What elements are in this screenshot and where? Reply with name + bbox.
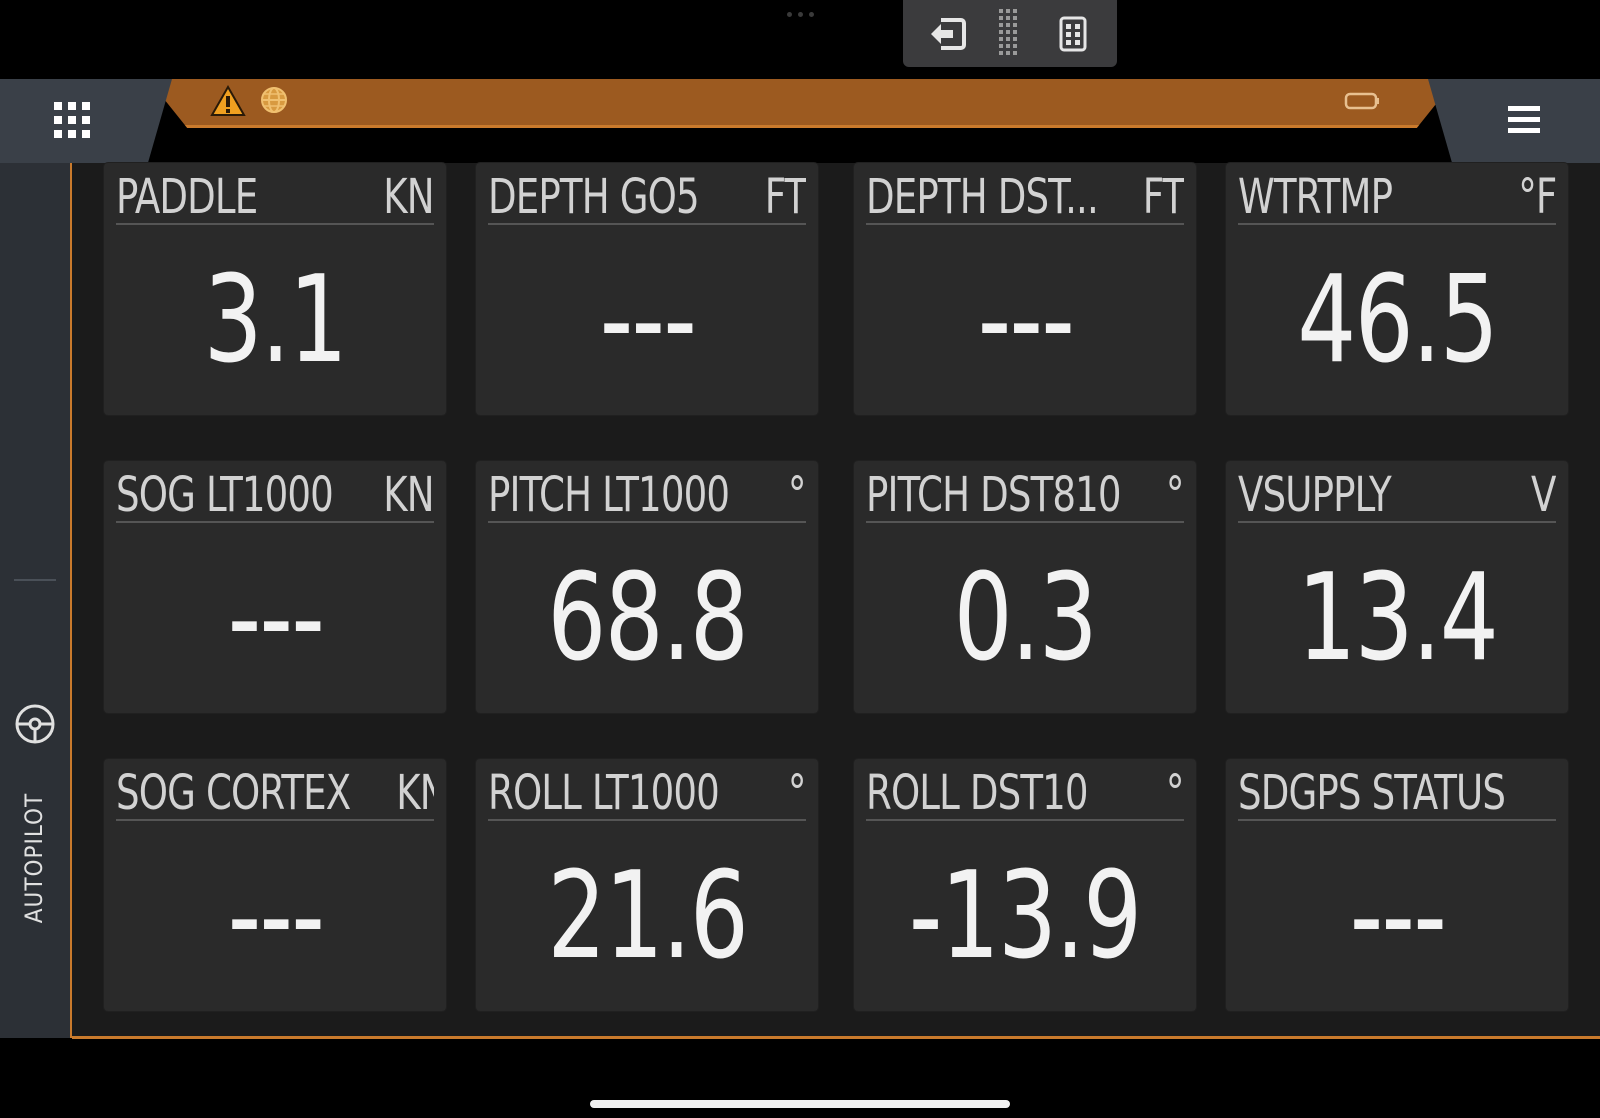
side-divider xyxy=(14,579,56,581)
tile-unit: FT xyxy=(764,171,806,225)
tile-header: ROLL DST10 ° xyxy=(866,767,1184,821)
tile-unit: ° xyxy=(1166,469,1184,523)
tile-title: PITCH LT1000 xyxy=(488,469,730,523)
tile-header: DEPTH DST... FT xyxy=(866,171,1184,225)
tile-water-temp[interactable]: WTRTMP °F 46.5 xyxy=(1226,163,1568,415)
side-panel: AUTOPILOT xyxy=(0,163,73,1038)
tile-value: 3.1 xyxy=(203,250,348,390)
globe-icon[interactable] xyxy=(258,84,290,116)
tile-title: ROLL LT1000 xyxy=(488,767,720,821)
data-page: PADDLE KN 3.1 DEPTH GO5 FT --- DEPTH DST… xyxy=(72,163,1600,1039)
tile-unit: V xyxy=(1531,469,1556,523)
floating-toolbar xyxy=(903,0,1117,67)
tile-title: VSUPPLY xyxy=(1238,469,1392,523)
home-indicator[interactable] xyxy=(590,1100,1010,1108)
tile-header: PITCH DST810 ° xyxy=(866,469,1184,523)
tile-roll-lt1000[interactable]: ROLL LT1000 ° 21.6 xyxy=(476,759,818,1011)
battery-icon[interactable] xyxy=(1344,91,1380,111)
tile-value: --- xyxy=(977,250,1074,390)
tile-header: SOG CORTEX KN xyxy=(116,767,434,821)
tile-depth-dst[interactable]: DEPTH DST... FT --- xyxy=(854,163,1196,415)
tile-value: 0.3 xyxy=(953,548,1098,688)
tile-value: --- xyxy=(227,846,324,986)
warning-icon[interactable] xyxy=(210,83,246,119)
tile-title: SOG LT1000 xyxy=(116,469,334,523)
tile-title: DEPTH DST... xyxy=(866,171,1099,225)
tile-depth-go5[interactable]: DEPTH GO5 FT --- xyxy=(476,163,818,415)
autopilot-label: AUTOPILOT xyxy=(20,792,48,924)
tile-header: PITCH LT1000 ° xyxy=(488,469,806,523)
calculator-icon[interactable] xyxy=(1050,11,1096,57)
autopilot-tab[interactable]: AUTOPILOT xyxy=(10,703,60,973)
tile-header: SDGPS STATUS xyxy=(1238,767,1556,821)
tile-title: PITCH DST810 xyxy=(866,469,1122,523)
apps-grid-icon[interactable] xyxy=(52,100,92,140)
tile-header: ROLL LT1000 ° xyxy=(488,767,806,821)
tile-sog-lt1000[interactable]: SOG LT1000 KN --- xyxy=(104,461,446,713)
tile-unit: KN xyxy=(383,469,434,523)
tile-unit: °F xyxy=(1517,171,1556,225)
tile-title: WTRTMP xyxy=(1238,171,1393,225)
tile-pitch-lt1000[interactable]: PITCH LT1000 ° 68.8 xyxy=(476,461,818,713)
tile-sog-cortex[interactable]: SOG CORTEX KN --- xyxy=(104,759,446,1011)
tile-paddle[interactable]: PADDLE KN 3.1 xyxy=(104,163,446,415)
tile-header: DEPTH GO5 FT xyxy=(488,171,806,225)
tile-unit: KN xyxy=(383,171,434,225)
tile-title: SOG CORTEX xyxy=(116,767,351,821)
tile-title: ROLL DST10 xyxy=(866,767,1089,821)
tile-value: --- xyxy=(227,548,324,688)
steering-wheel-icon xyxy=(14,703,56,745)
tile-unit: ° xyxy=(788,767,806,821)
tile-title: SDGPS STATUS xyxy=(1238,767,1506,821)
tile-value: --- xyxy=(599,250,696,390)
tile-value: 13.4 xyxy=(1297,548,1498,688)
tile-value: 21.6 xyxy=(547,846,748,986)
tile-vsupply[interactable]: VSUPPLY V 13.4 xyxy=(1226,461,1568,713)
tile-roll-dst10[interactable]: ROLL DST10 ° -13.9 xyxy=(854,759,1196,1011)
tile-title: PADDLE xyxy=(116,171,258,225)
tile-header: SOG LT1000 KN xyxy=(116,469,434,523)
status-bar xyxy=(148,79,1456,128)
hamburger-menu-icon[interactable] xyxy=(1506,102,1542,138)
tile-unit: ° xyxy=(1166,767,1184,821)
tile-header: VSUPPLY V xyxy=(1238,469,1556,523)
tile-value: -13.9 xyxy=(909,846,1142,986)
tile-title: DEPTH GO5 xyxy=(488,171,700,225)
drag-handle-icon[interactable] xyxy=(987,8,1033,57)
exit-icon[interactable] xyxy=(924,11,970,57)
tile-value: 68.8 xyxy=(547,548,748,688)
tile-unit: ° xyxy=(788,469,806,523)
tile-header: PADDLE KN xyxy=(116,171,434,225)
top-handle-dots xyxy=(784,12,816,20)
tile-pitch-dst810[interactable]: PITCH DST810 ° 0.3 xyxy=(854,461,1196,713)
tile-unit: FT xyxy=(1142,171,1184,225)
tile-value: --- xyxy=(1349,846,1446,986)
tile-sdgps-status[interactable]: SDGPS STATUS --- xyxy=(1226,759,1568,1011)
tile-header: WTRTMP °F xyxy=(1238,171,1556,225)
tile-value: 46.5 xyxy=(1297,250,1498,390)
tile-unit: KN xyxy=(396,767,434,821)
